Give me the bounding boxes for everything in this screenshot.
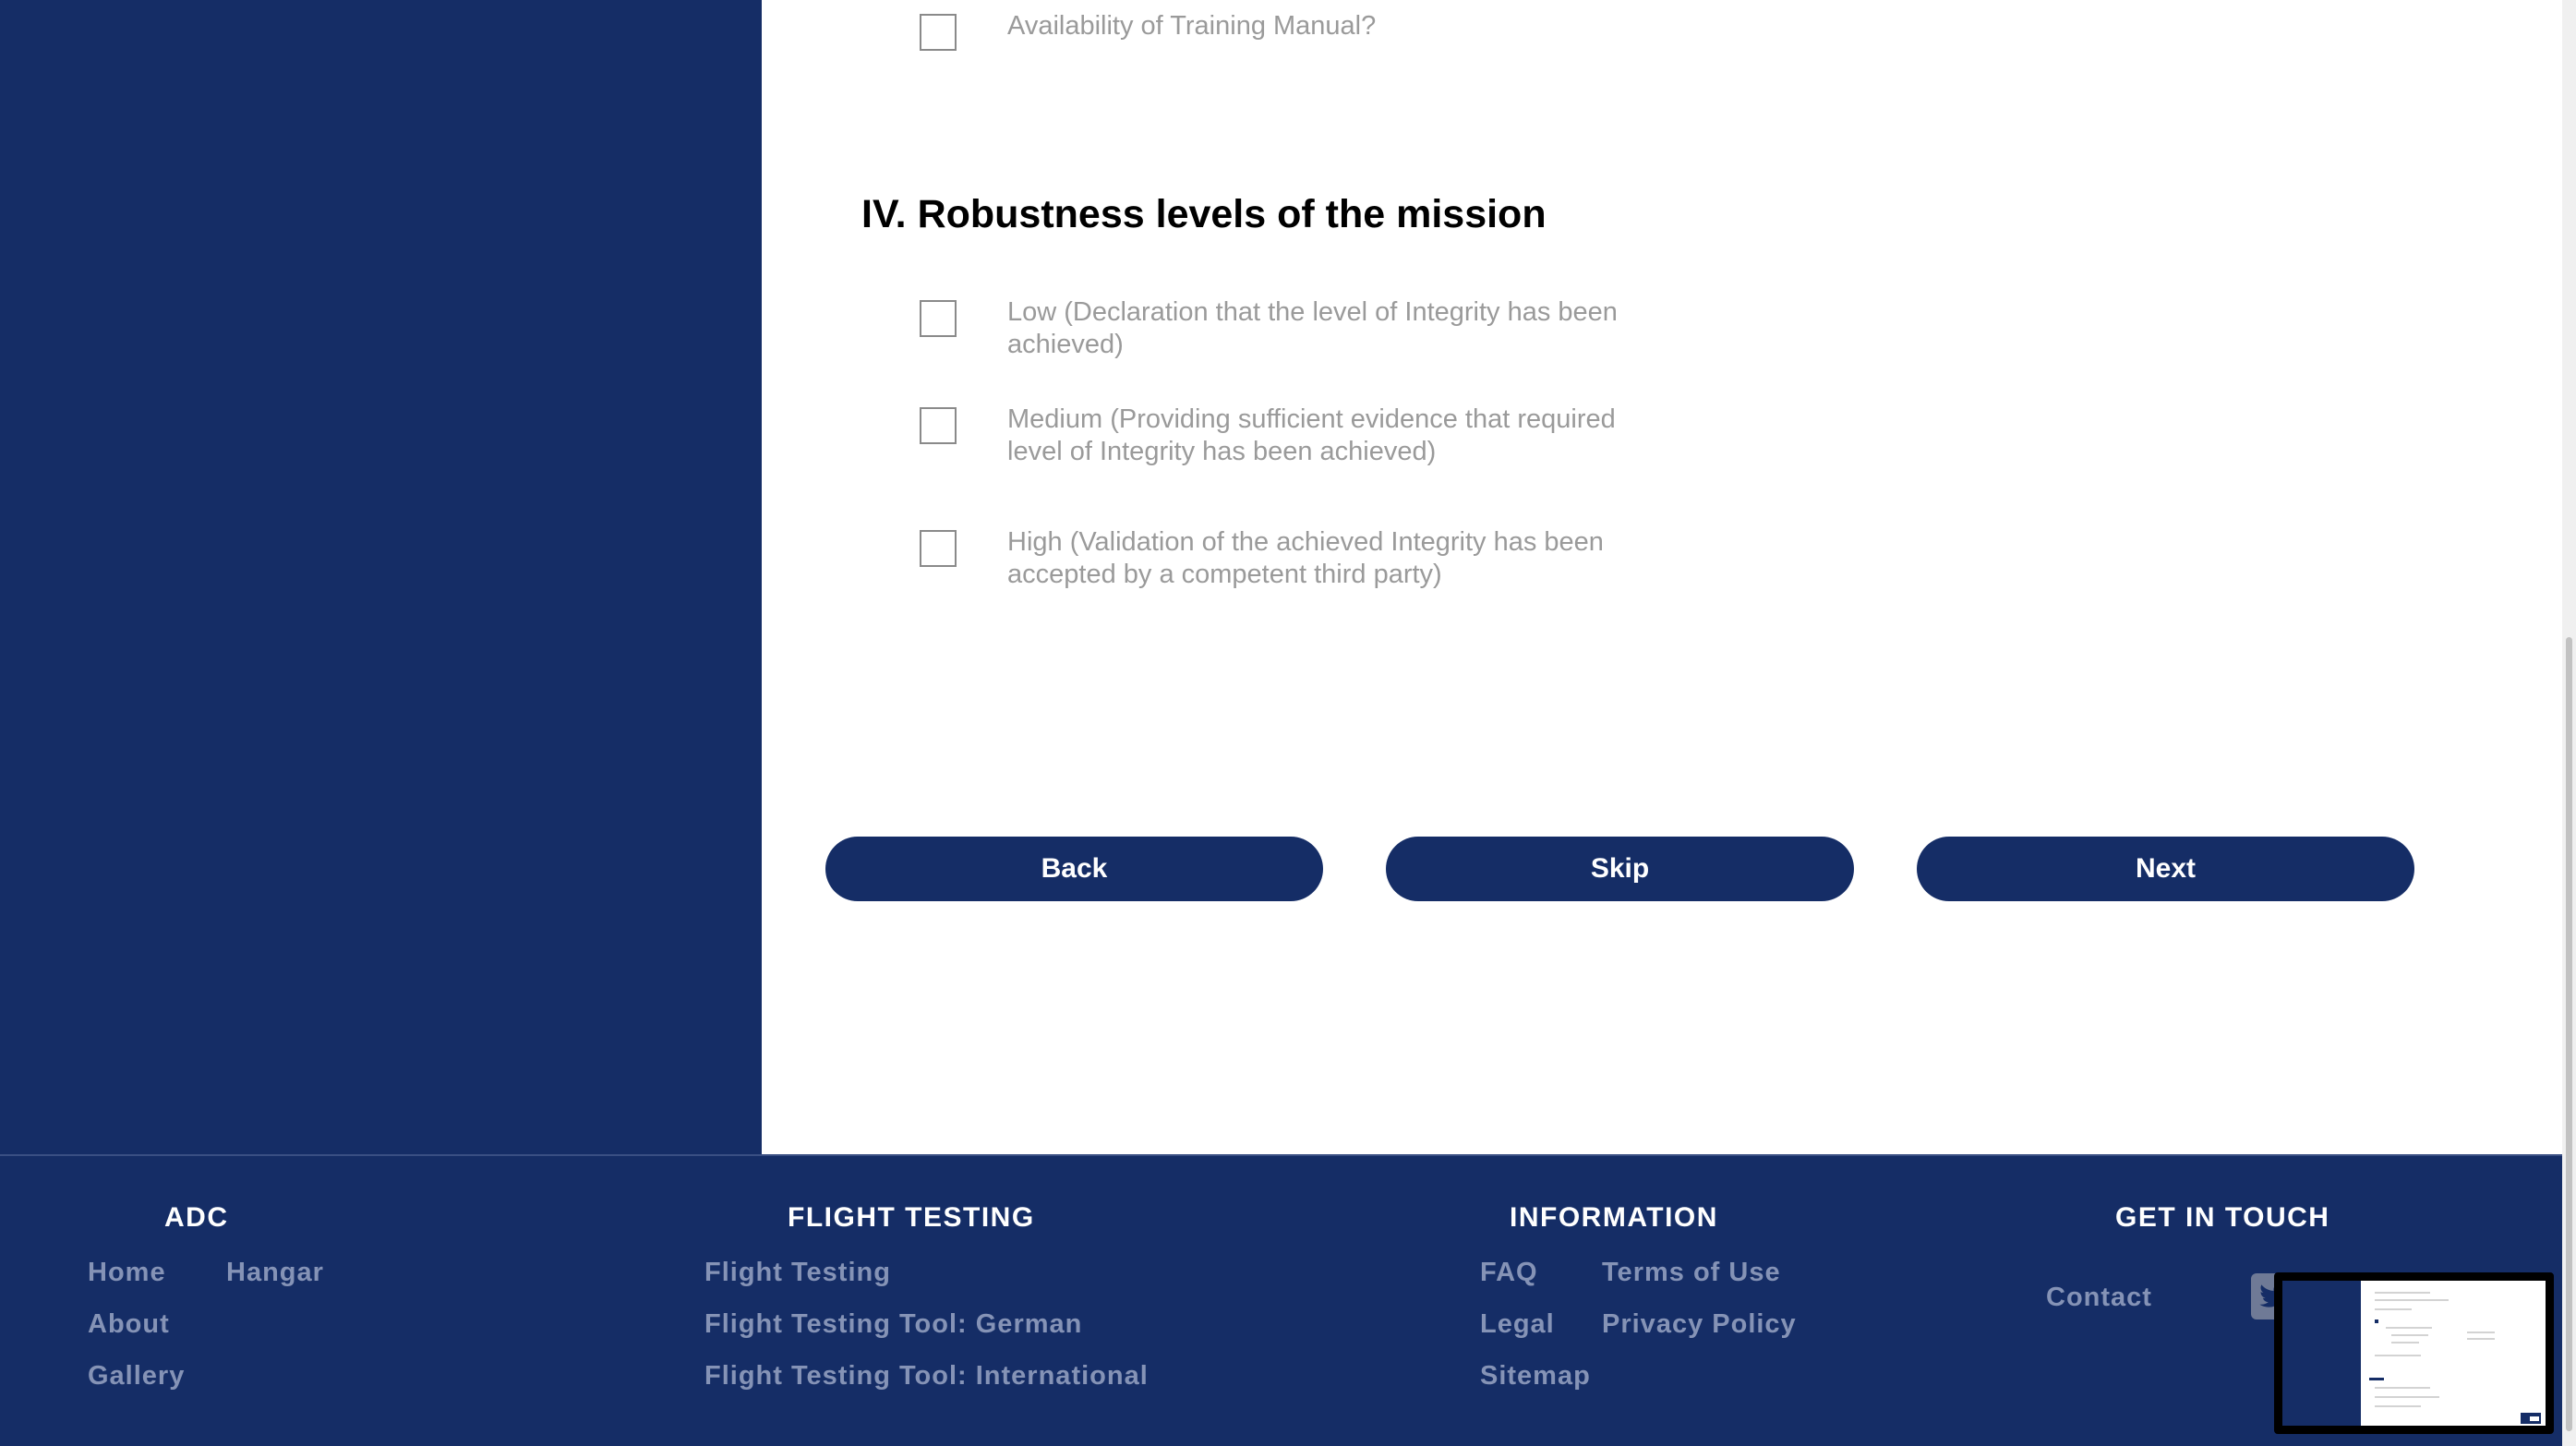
footer-link-hangar[interactable]: Hangar	[226, 1258, 324, 1288]
robustness-medium-label: Medium (Providing sufficient evidence th…	[1007, 404, 1616, 466]
minimap-preview	[2282, 1281, 2546, 1426]
footer-link-terms-of-use[interactable]: Terms of Use	[1602, 1258, 1781, 1288]
footer-heading-get-in-touch: GET IN TOUCH	[2115, 1202, 2330, 1233]
robustness-low-label: Low (Declaration that the level of Integ…	[1007, 297, 1618, 359]
skip-button[interactable]: Skip	[1386, 837, 1854, 901]
footer-link-about[interactable]: About	[88, 1309, 170, 1340]
training-manual-label: Availability of Training Manual?	[1007, 11, 1377, 41]
robustness-high-checkbox[interactable]	[920, 530, 957, 567]
footer-link-faq[interactable]: FAQ	[1480, 1258, 1538, 1288]
robustness-medium-checkbox[interactable]	[920, 407, 957, 444]
robustness-low-checkbox[interactable]	[920, 300, 957, 337]
footer-link-home[interactable]: Home	[88, 1258, 166, 1288]
training-manual-checkbox[interactable]	[920, 14, 957, 51]
robustness-high-label: High (Validation of the achieved Integri…	[1007, 527, 1604, 589]
footer-link-flight-testing[interactable]: Flight Testing	[704, 1258, 891, 1288]
scrollbar-thumb[interactable]	[2566, 637, 2572, 1431]
footer-link-privacy-policy[interactable]: Privacy Policy	[1602, 1309, 1797, 1340]
footer-link-gallery[interactable]: Gallery	[88, 1361, 185, 1392]
footer-heading-information: INFORMATION	[1510, 1202, 1718, 1233]
footer-link-sitemap[interactable]: Sitemap	[1480, 1361, 1591, 1392]
footer-link-contact[interactable]: Contact	[2046, 1283, 2152, 1313]
next-button[interactable]: Next	[1917, 837, 2414, 901]
footer-link-legal[interactable]: Legal	[1480, 1309, 1555, 1340]
left-sidebar-panel	[0, 0, 762, 1154]
footer-link-tool-international[interactable]: Flight Testing Tool: International	[704, 1361, 1149, 1392]
page-minimap[interactable]	[2274, 1272, 2554, 1434]
footer-heading-flight-testing: FLIGHT TESTING	[788, 1202, 1035, 1233]
section-title: IV. Robustness levels of the mission	[861, 192, 1547, 236]
footer-link-tool-german[interactable]: Flight Testing Tool: German	[704, 1309, 1082, 1340]
footer-heading-adc: ADC	[164, 1202, 229, 1233]
minimap-sidebar	[2282, 1281, 2361, 1426]
back-button[interactable]: Back	[825, 837, 1323, 901]
site-footer: ADC Home Hangar About Gallery FLIGHT TES…	[0, 1154, 2562, 1446]
